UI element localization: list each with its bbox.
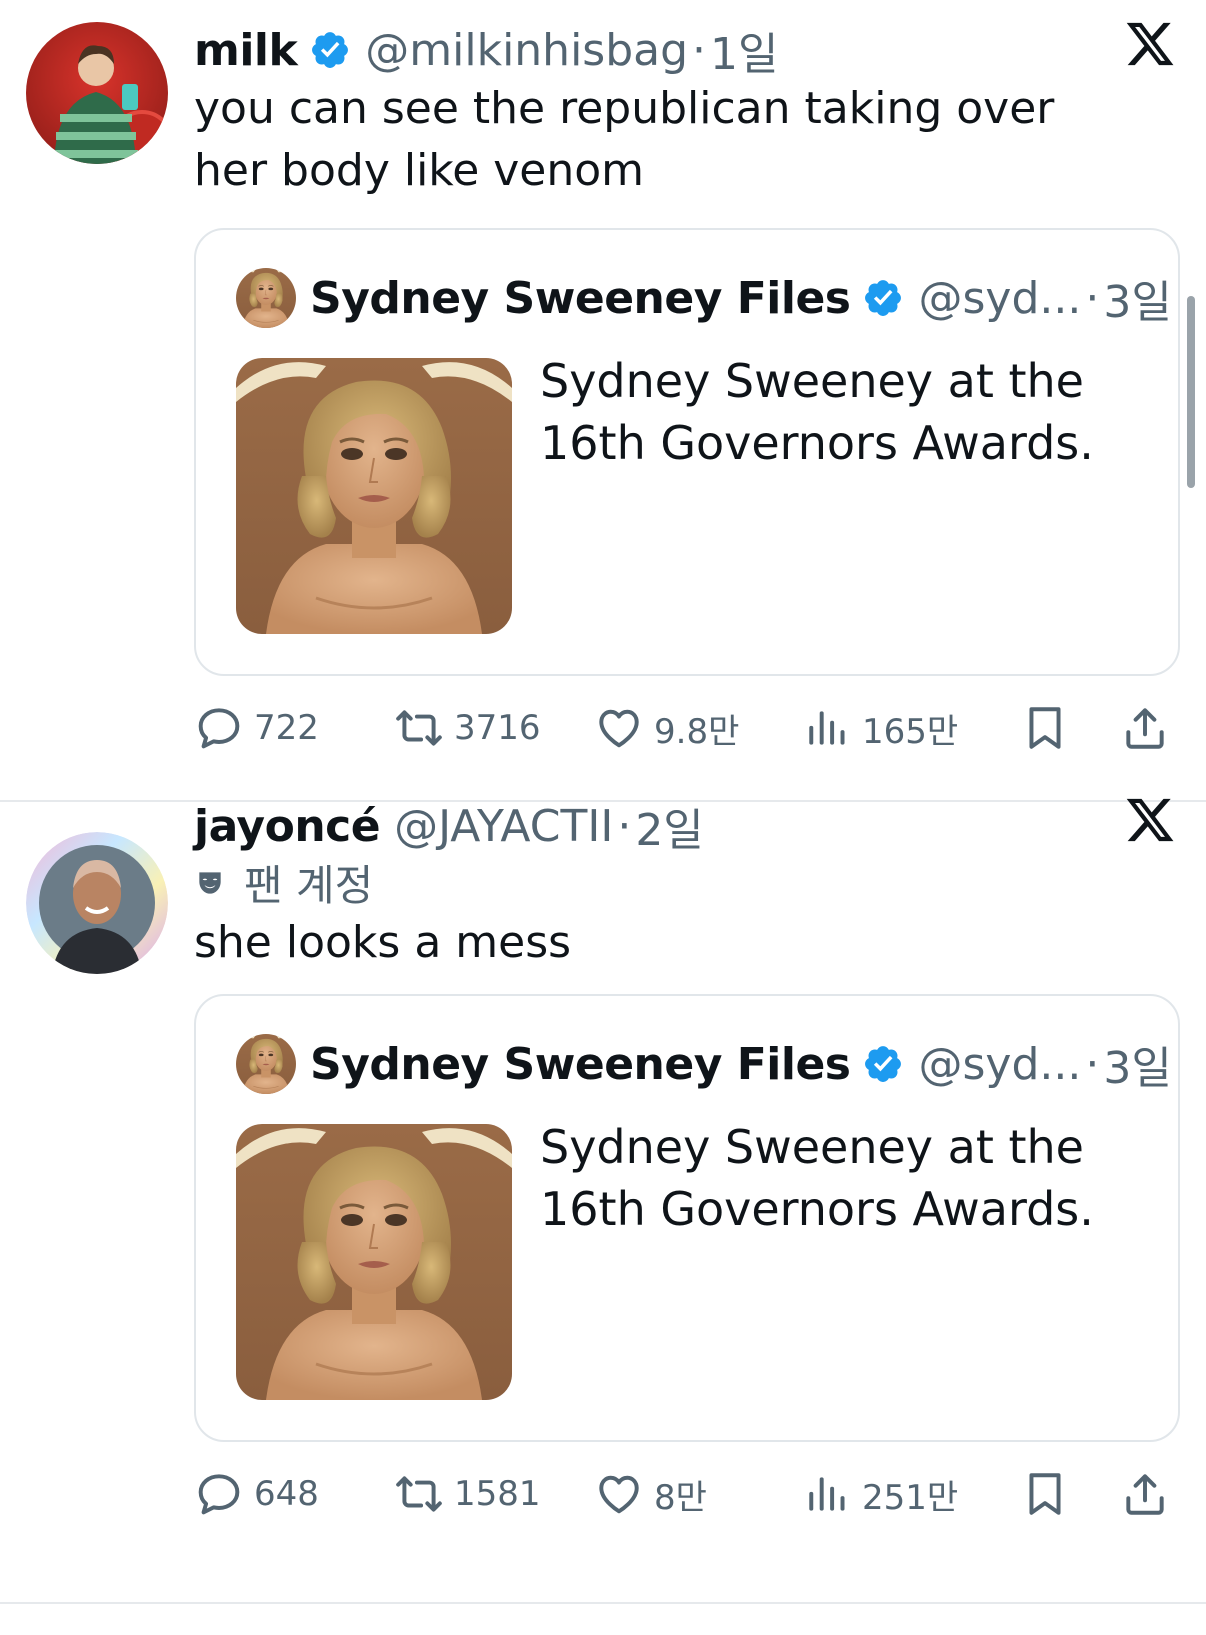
quoted-tweet-header: Sydney Sweeney Files @syd... · 3일 xyxy=(236,1032,1172,1096)
quoted-tweet-text: Sydney Sweeney at the 16th Governors Awa… xyxy=(540,354,1094,470)
views-icon xyxy=(802,703,852,753)
quoted-tweet[interactable]: Sydney Sweeney Files @syd... · 3일 Sydney… xyxy=(194,994,1180,1442)
author-name[interactable]: jayoncé xyxy=(194,801,381,852)
sydney-photo xyxy=(236,358,512,634)
share-icon xyxy=(1120,703,1170,753)
quoted-avatar-image xyxy=(236,1034,296,1094)
reply-count: 722 xyxy=(254,708,319,748)
quoted-author-name: Sydney Sweeney Files xyxy=(310,272,851,324)
repost-count: 3716 xyxy=(454,708,541,748)
tweet-text: she looks a mess xyxy=(194,917,572,968)
views-button[interactable]: 251만 xyxy=(802,1464,958,1524)
share-button[interactable] xyxy=(1120,698,1170,758)
like-button[interactable]: 8만 xyxy=(594,1464,707,1524)
reply-button[interactable]: 722 xyxy=(194,698,319,758)
verified-badge-icon xyxy=(862,277,904,319)
verified-badge-icon xyxy=(309,29,351,71)
quoted-tweet-header: Sydney Sweeney Files @syd... · 3일 xyxy=(236,266,1172,330)
quoted-avatar-image xyxy=(236,268,296,328)
bookmark-button[interactable] xyxy=(1020,698,1070,758)
tweet-text: you can see the republican taking over h… xyxy=(194,83,1055,196)
action-bar: 722 3716 9.8만 165만 xyxy=(194,698,1184,758)
author-handle[interactable]: @JAYACTII xyxy=(394,801,613,852)
like-count: 9.8만 xyxy=(654,711,740,752)
reply-count: 648 xyxy=(254,1474,319,1514)
separator-dot: · xyxy=(617,800,632,852)
post-time[interactable]: 2일 xyxy=(635,794,703,858)
avatar-image xyxy=(26,22,168,164)
scrollbar[interactable] xyxy=(1187,296,1195,488)
quoted-author-name: Sydney Sweeney Files xyxy=(310,1038,851,1090)
like-button[interactable]: 9.8만 xyxy=(594,698,739,758)
post-time[interactable]: 1일 xyxy=(710,18,778,82)
quoted-tweet-text: Sydney Sweeney at the 16th Governors Awa… xyxy=(540,1120,1094,1236)
author-name[interactable]: milk xyxy=(194,25,298,76)
tweet-header: jayoncé @JAYACTII · 2일 xyxy=(194,794,704,858)
quoted-media-image[interactable] xyxy=(236,1124,512,1400)
sydney-photo xyxy=(236,1124,512,1400)
action-bar: 648 1581 8만 251만 xyxy=(194,1464,1184,1524)
repost-button[interactable]: 1581 xyxy=(394,1464,541,1524)
like-icon xyxy=(594,703,644,753)
avatar-image xyxy=(26,832,168,974)
quoted-author-handle: @syd... xyxy=(918,1038,1082,1090)
avatar[interactable] xyxy=(26,832,168,974)
share-button[interactable] xyxy=(1120,1464,1170,1524)
avatar[interactable] xyxy=(26,22,168,164)
repost-button[interactable]: 3716 xyxy=(394,698,541,758)
author-handle[interactable]: @milkinhisbag xyxy=(365,25,688,76)
quoted-post-time: 3일 xyxy=(1103,1043,1172,1094)
reply-button[interactable]: 648 xyxy=(194,1464,319,1524)
x-logo-icon xyxy=(1124,18,1176,70)
share-icon xyxy=(1120,1469,1170,1519)
view-count: 251만 xyxy=(862,1477,959,1518)
bookmark-button[interactable] xyxy=(1020,1464,1070,1524)
tweet-header: milk @milkinhisbag · 1일 xyxy=(194,18,779,82)
fan-account-mask-icon xyxy=(194,867,226,899)
fan-account-label: 팬 계정 xyxy=(194,852,373,913)
like-icon xyxy=(594,1469,644,1519)
quoted-avatar xyxy=(236,1034,296,1094)
verified-badge-icon xyxy=(862,1043,904,1085)
quoted-post-time: 3일 xyxy=(1103,277,1172,328)
bookmark-icon xyxy=(1020,1469,1070,1519)
quoted-author-handle: @syd... xyxy=(918,272,1082,324)
repost-icon xyxy=(394,703,444,753)
x-logo-icon xyxy=(1124,794,1176,846)
reply-icon xyxy=(194,703,244,753)
separator-dot: · xyxy=(1085,1038,1100,1090)
quoted-media-image[interactable] xyxy=(236,358,512,634)
separator-dot: · xyxy=(1085,272,1100,324)
tweet-divider xyxy=(0,1602,1206,1604)
repost-icon xyxy=(394,1469,444,1519)
like-count: 8만 xyxy=(654,1477,707,1518)
quoted-avatar xyxy=(236,268,296,328)
reply-icon xyxy=(194,1469,244,1519)
view-count: 165만 xyxy=(862,711,959,752)
tweet[interactable]: milk @milkinhisbag · 1일 you can see the … xyxy=(0,0,1206,800)
views-button[interactable]: 165만 xyxy=(802,698,958,758)
bookmark-icon xyxy=(1020,703,1070,753)
separator-dot: · xyxy=(692,24,707,76)
repost-count: 1581 xyxy=(454,1474,541,1514)
fan-account-text: 팬 계정 xyxy=(244,861,374,910)
tweet[interactable]: jayoncé @JAYACTII · 2일 팬 계정 she looks a … xyxy=(0,808,1206,1604)
views-icon xyxy=(802,1469,852,1519)
quoted-tweet[interactable]: Sydney Sweeney Files @syd... · 3일 Sydney… xyxy=(194,228,1180,676)
